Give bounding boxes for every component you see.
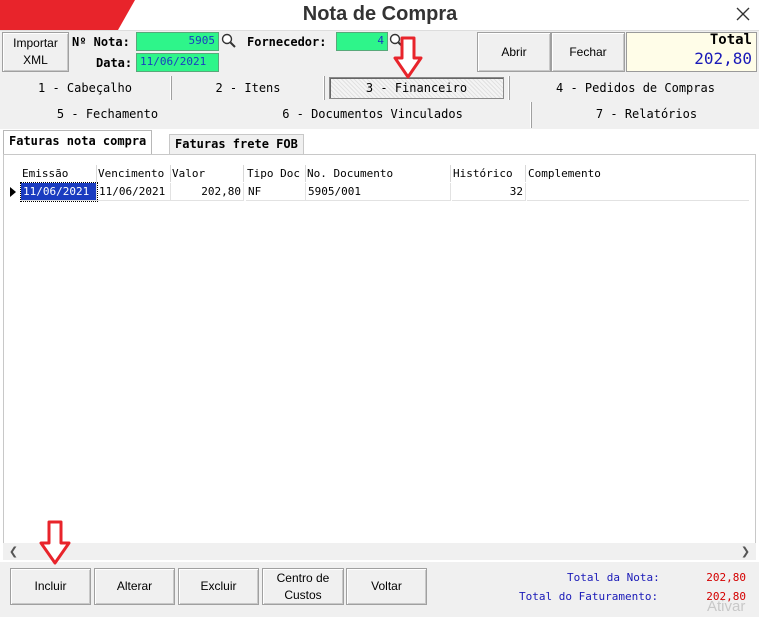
subtab-faturas-nota-compra[interactable]: Faturas nota compra (3, 130, 153, 155)
subtab-faturas-frete-fob[interactable]: Faturas frete FOB (169, 134, 304, 155)
tab-documentos-vinculados[interactable]: 6 - Documentos Vinculados (215, 102, 530, 126)
total-box: Total 202,80 (626, 32, 757, 72)
alterar-button[interactable]: Alterar (94, 568, 175, 605)
total-nota-value: 202,80 (706, 571, 746, 584)
column-header-tipo-doc[interactable]: Tipo Doc (246, 165, 306, 182)
tab-fechamento[interactable]: 5 - Fechamento (0, 102, 215, 126)
centro-custos-label: Centro de Custos (276, 570, 330, 602)
total-faturamento-label: Total do Faturamento: (519, 590, 659, 603)
incluir-button[interactable]: Incluir (10, 568, 91, 605)
scroll-left-arrow-icon[interactable]: ❮ (5, 543, 22, 560)
total-label: Total (709, 32, 752, 48)
tab-relatorios[interactable]: 7 - Relatórios (534, 102, 759, 126)
column-header-vencimento[interactable]: Vencimento (97, 165, 171, 182)
import-xml-button[interactable]: Importar XML (2, 32, 69, 72)
column-header-complemento[interactable]: Complemento (527, 165, 749, 182)
fechar-button[interactable]: Fechar (551, 32, 625, 72)
table-cell-emissao[interactable]: 11/06/2021 (20, 182, 98, 202)
total-nota-label: Total da Nota: (567, 571, 660, 584)
tab-itens[interactable]: 2 - Itens (173, 76, 323, 100)
table-cell-historico[interactable]: 32 (452, 183, 526, 201)
table-cell-valor[interactable]: 202,80 (171, 183, 244, 201)
excluir-button[interactable]: Excluir (178, 568, 259, 605)
nota-search-button[interactable] (221, 33, 237, 52)
tab-divider (530, 102, 532, 128)
voltar-button[interactable]: Voltar (346, 568, 427, 605)
horizontal-scrollbar[interactable]: ❮ ❯ (3, 543, 756, 560)
close-button[interactable] (730, 2, 756, 26)
nota-label: Nº Nota: (72, 35, 130, 49)
sub-tabs-bar: Faturas nota compra Faturas frete FOB (0, 130, 759, 155)
table-cell-vencimento[interactable]: 11/06/2021 (97, 183, 171, 201)
fornecedor-field[interactable]: 4 (336, 32, 388, 51)
column-header-valor[interactable]: Valor (171, 165, 244, 182)
tab-divider (170, 76, 172, 100)
tab-financeiro[interactable]: 3 - Financeiro (329, 77, 504, 99)
faturas-grid: Emissão Vencimento Valor Tipo Doc No. Do… (3, 154, 756, 560)
column-header-emissao[interactable]: Emissão (21, 165, 97, 182)
data-field[interactable]: 11/06/2021 (136, 53, 219, 72)
centro-custos-button[interactable]: Centro de Custos (262, 568, 344, 605)
tab-cabecalho[interactable]: 1 - Cabeçalho (0, 76, 170, 100)
magnifier-icon (221, 33, 236, 48)
total-value: 202,80 (694, 49, 752, 68)
nota-number-field[interactable]: 5905 (136, 32, 219, 51)
current-row-indicator-icon (10, 187, 16, 197)
column-header-no-documento[interactable]: No. Documento (306, 165, 451, 182)
tab-divider (323, 76, 325, 100)
tab-divider (508, 76, 510, 100)
table-cell-complemento[interactable] (527, 183, 749, 201)
window-title: Nota de Compra (302, 3, 458, 25)
scroll-right-arrow-icon[interactable]: ❯ (737, 543, 754, 560)
table-cell-no-documento[interactable]: 5905/001 (306, 183, 451, 201)
column-header-historico[interactable]: Histórico (452, 165, 526, 182)
table-cell-tipo-doc[interactable]: NF (246, 183, 306, 201)
main-tabs-bar: 1 - Cabeçalho 2 - Itens 3 - Financeiro 4… (0, 74, 759, 129)
red-arrow-down-icon (393, 36, 423, 79)
import-xml-label: Importar XML (13, 36, 58, 67)
fornecedor-label: Fornecedor: (247, 35, 327, 49)
corner-accent-decoration (0, 0, 135, 30)
abrir-button[interactable]: Abrir (477, 32, 551, 72)
activation-watermark: Ativar (707, 598, 746, 615)
close-icon (736, 7, 750, 21)
tab-pedidos-compras[interactable]: 4 - Pedidos de Compras (512, 76, 759, 100)
data-label: Data: (96, 56, 133, 70)
red-arrow-down-icon (39, 520, 71, 565)
